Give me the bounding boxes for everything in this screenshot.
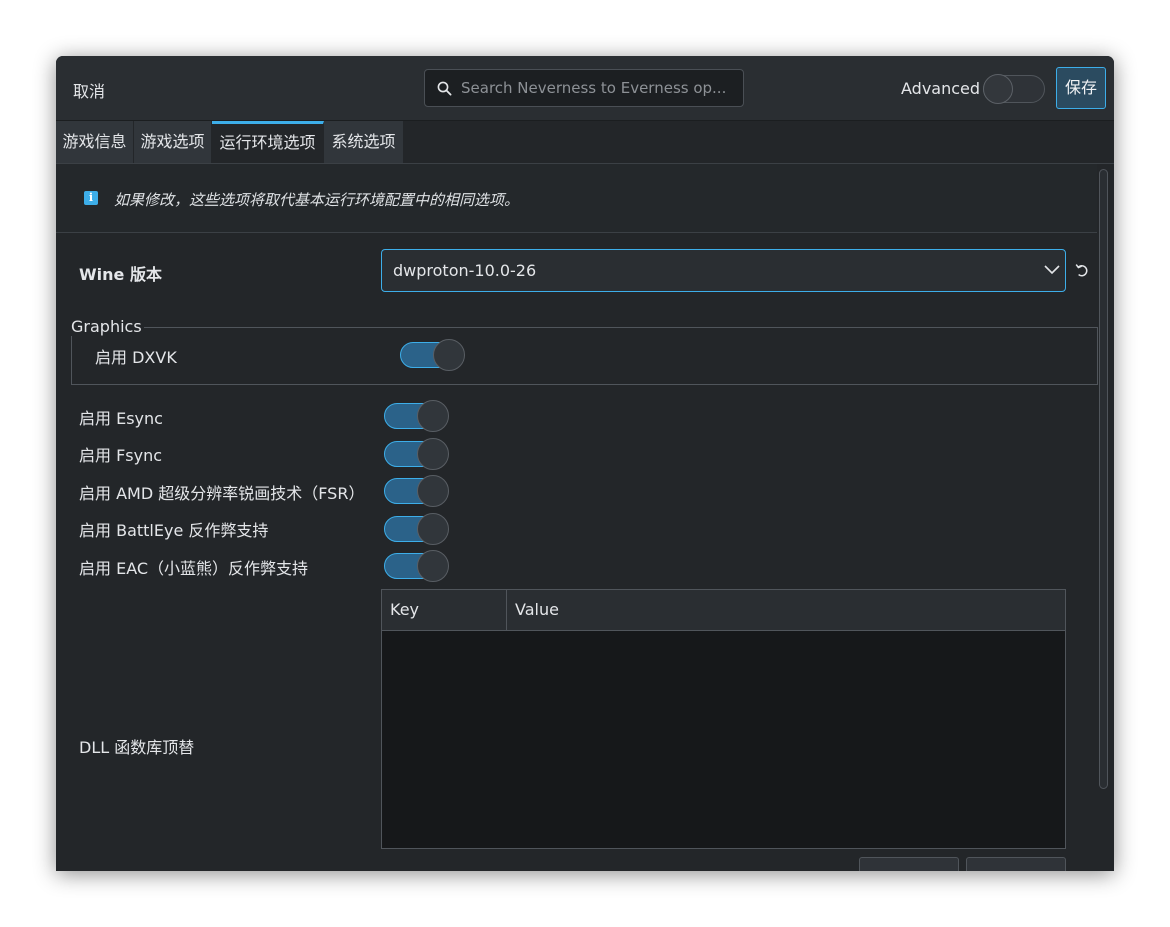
search-icon [437,81,452,96]
tab-runner-options[interactable]: 运行环境选项 [212,121,324,163]
toggle-knob [417,438,449,470]
delete-button[interactable] [966,857,1066,871]
toggle-knob [417,400,449,432]
graphics-group [71,327,1098,385]
battleye-toggle[interactable] [384,513,449,545]
search-input[interactable] [461,70,739,106]
esync-toggle[interactable] [384,400,449,432]
dialog-header: 取消 Advanced 保存 [56,56,1114,121]
save-button[interactable]: 保存 [1056,67,1106,109]
toggle-knob [417,475,449,507]
search-box[interactable] [424,69,744,107]
wine-version-value: dwproton-10.0-26 [393,261,537,280]
advanced-label: Advanced [901,79,981,98]
chevron-down-icon [1044,265,1060,275]
reset-icon[interactable] [1075,262,1089,278]
dxvk-label: 启用 DXVK [95,348,177,367]
toggle-knob [983,74,1013,104]
info-text: 如果修改，这些选项将取代基本运行环境配置中的相同选项。 [114,191,520,209]
tab-system-options[interactable]: 系统选项 [324,121,404,163]
dll-overrides-label: DLL 函数库顶替 [79,738,195,757]
tab-bar: 游戏信息 游戏选项 运行环境选项 系统选项 [56,121,1114,164]
tab-game-info[interactable]: 游戏信息 [56,121,134,163]
dxvk-toggle[interactable] [400,339,465,371]
graphics-group-title: Graphics [71,317,144,336]
toggle-knob [417,550,449,582]
toggle-knob [433,339,465,371]
dll-overrides-table[interactable]: Key Value [381,589,1066,849]
esync-label: 启用 Esync [79,409,163,428]
cancel-button[interactable]: 取消 [73,78,105,102]
eac-label: 启用 EAC（小蓝熊）反作弊支持 [79,559,309,578]
table-header: Key Value [382,590,1065,631]
fsync-toggle[interactable] [384,438,449,470]
info-icon: i [84,191,98,205]
fsr-toggle[interactable] [384,475,449,507]
advanced-toggle[interactable] [983,74,1045,104]
eac-toggle[interactable] [384,550,449,582]
column-header-value[interactable]: Value [507,590,1065,630]
fsr-label: 启用 AMD 超级分辨率锐画技术（FSR） [79,484,365,503]
wine-version-label: Wine 版本 [79,265,162,284]
battleye-label: 启用 BattlEye 反作弊支持 [79,521,269,540]
fsync-label: 启用 Fsync [79,446,163,465]
runtime-options-dialog: 取消 Advanced 保存 游戏信息 游戏选项 运行环境选项 系统选项 i 如… [56,56,1114,871]
info-banner: i 如果修改，这些选项将取代基本运行环境配置中的相同选项。 [56,164,1097,233]
add-button[interactable] [859,857,959,871]
tab-game-options[interactable]: 游戏选项 [134,121,212,163]
toggle-knob [417,513,449,545]
wine-version-dropdown[interactable]: dwproton-10.0-26 [381,249,1066,292]
column-header-key[interactable]: Key [382,590,507,630]
vertical-scrollbar[interactable] [1099,169,1108,789]
